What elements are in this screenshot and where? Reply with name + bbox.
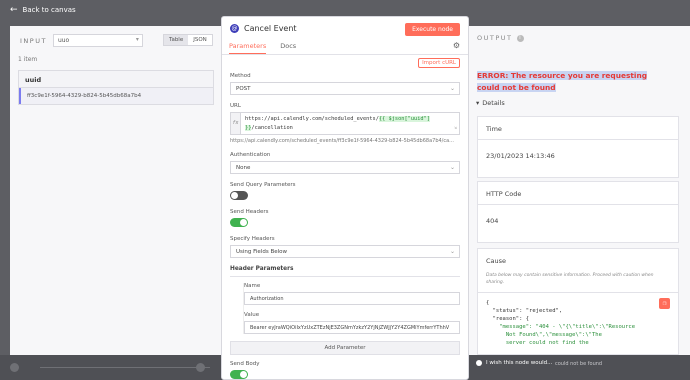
node-title: @ Cancel Event bbox=[230, 24, 297, 33]
time-value: 23/01/2023 14:13:46 bbox=[486, 152, 555, 160]
authentication-value: None bbox=[236, 165, 251, 171]
url-prefix: https://api.calendly.com/scheduled_event… bbox=[245, 116, 379, 122]
table-row[interactable]: ff3c9e1f-5964-4329-b824-5b45db68a7b4 bbox=[19, 88, 213, 104]
details-toggle[interactable]: ▾ Details bbox=[476, 99, 505, 107]
toggle-knob bbox=[231, 192, 238, 199]
calendly-icon: @ bbox=[230, 24, 239, 33]
authentication-select[interactable]: None ⌄ bbox=[230, 161, 460, 174]
execute-node-button[interactable]: Execute node bbox=[405, 23, 460, 36]
input-node-select[interactable]: uuo ▾ bbox=[52, 34, 143, 47]
details-label: Details bbox=[482, 99, 505, 107]
method-label: Method bbox=[230, 73, 251, 79]
json-line: { bbox=[486, 300, 490, 306]
expand-icon[interactable]: ⇲ bbox=[454, 124, 457, 133]
url-expression-input[interactable]: fx https://api.calendly.com/scheduled_ev… bbox=[230, 112, 460, 135]
send-headers-label: Send Headers bbox=[230, 209, 269, 215]
error-message: ERROR: The resource you are requesting c… bbox=[477, 70, 663, 94]
json-line: "status": "rejected", bbox=[486, 308, 563, 314]
arrow-left-icon: ← bbox=[10, 5, 18, 15]
node-settings-panel: @ Cancel Event Execute node Parameters D… bbox=[221, 16, 469, 380]
input-panel: INPUT uuo ▾ Table JSON 1 item uuid ff3c9… bbox=[10, 26, 222, 355]
send-body-toggle[interactable] bbox=[230, 370, 248, 379]
info-icon[interactable]: i bbox=[516, 34, 524, 42]
output-label: OUTPUT bbox=[477, 34, 513, 42]
tab-docs[interactable]: Docs bbox=[280, 42, 296, 54]
input-label: INPUT bbox=[20, 36, 47, 45]
back-to-canvas-button[interactable]: ← Back to canvas bbox=[10, 5, 76, 15]
header-value-input[interactable]: Bearer eyJraWQiOiIxYzUxZTEzNjE3ZGNmYzkzY… bbox=[244, 321, 460, 334]
time-label: Time bbox=[478, 117, 678, 140]
json-line: Not Found\",\"message\":\"The bbox=[486, 332, 602, 338]
authentication-label: Authentication bbox=[230, 152, 271, 158]
json-line: "message": "404 - \"{\"title\":\"Resourc… bbox=[486, 324, 636, 330]
table-view-button[interactable]: Table bbox=[164, 35, 189, 45]
cause-label: Cause bbox=[486, 257, 507, 265]
specify-headers-select[interactable]: Using Fields Below ⌄ bbox=[230, 245, 460, 258]
http-code-card: HTTP Code 404 bbox=[477, 181, 679, 243]
json-line: "reason": { bbox=[486, 316, 530, 322]
method-select[interactable]: POST ⌄ bbox=[230, 82, 460, 95]
time-card: Time 23/01/2023 14:13:46 bbox=[477, 116, 679, 178]
feedback-link[interactable]: I wish this node would... bbox=[476, 360, 552, 366]
url-preview: https://api.calendly.com/scheduled_event… bbox=[230, 138, 454, 144]
cause-note: Data below may contain sensitive informa… bbox=[478, 272, 678, 293]
header-name-input[interactable]: Authorization bbox=[244, 292, 460, 305]
chevron-down-icon: ▾ bbox=[476, 99, 480, 107]
tab-parameters[interactable]: Parameters bbox=[229, 42, 267, 54]
back-label: Back to canvas bbox=[22, 6, 76, 14]
toggle-knob bbox=[240, 219, 247, 226]
wish-label: I wish this node would... bbox=[486, 360, 553, 366]
url-suffix: /cancellation bbox=[251, 125, 293, 131]
table-header: uuid bbox=[19, 71, 213, 88]
canvas-node-dot bbox=[10, 363, 19, 372]
header-value-label: Value bbox=[244, 312, 260, 318]
gear-icon[interactable]: ⚙ bbox=[453, 41, 460, 50]
input-node-select-value: uuo bbox=[57, 37, 70, 44]
header-parameter-group: Name Authorization Value Bearer eyJraWQi… bbox=[243, 283, 460, 334]
import-curl-button[interactable]: Import cURL bbox=[418, 58, 460, 68]
specify-headers-label: Specify Headers bbox=[230, 236, 275, 242]
toggle-knob bbox=[240, 371, 247, 378]
url-expression: {{ $json["uuid"] bbox=[378, 116, 430, 122]
url-label: URL bbox=[230, 103, 241, 109]
send-query-label: Send Query Parameters bbox=[230, 182, 296, 188]
json-line: server could not find the bbox=[486, 340, 589, 346]
chevron-down-icon: ⌄ bbox=[449, 164, 455, 171]
json-view-button[interactable]: JSON bbox=[188, 35, 212, 45]
connection-line bbox=[40, 367, 210, 368]
canvas-node-dot bbox=[196, 363, 205, 372]
input-table: uuid ff3c9e1f-5964-4329-b824-5b45db68a7b… bbox=[18, 70, 214, 105]
lightbulb-icon bbox=[476, 360, 482, 366]
chevron-down-icon: ▾ bbox=[135, 36, 139, 43]
error-text: ERROR: The resource you are requesting c… bbox=[477, 71, 648, 92]
node-title-text[interactable]: Cancel Event bbox=[244, 24, 297, 33]
send-query-toggle[interactable] bbox=[230, 191, 248, 200]
add-parameter-button[interactable]: Add Parameter bbox=[230, 341, 460, 355]
method-value: POST bbox=[236, 86, 251, 92]
http-code-value: 404 bbox=[486, 217, 499, 225]
view-toggle: Table JSON bbox=[163, 34, 213, 46]
cause-card: Cause Data below may contain sensitive i… bbox=[477, 248, 679, 355]
send-body-label: Send Body bbox=[230, 361, 260, 367]
send-headers-toggle[interactable] bbox=[230, 218, 248, 227]
chevron-down-icon: ⌄ bbox=[449, 248, 455, 255]
fx-icon: fx bbox=[231, 113, 241, 134]
copy-icon[interactable]: ❐ bbox=[659, 298, 670, 309]
footer-hint: could not be found bbox=[555, 361, 603, 367]
specify-headers-value: Using Fields Below bbox=[236, 249, 288, 255]
chevron-down-icon: ⌄ bbox=[449, 85, 455, 92]
output-panel: OUTPUT i ERROR: The resource you are req… bbox=[469, 26, 690, 355]
input-item-count: 1 item bbox=[18, 56, 38, 63]
cause-json: { "status": "rejected", "reason": { "mes… bbox=[478, 293, 678, 353]
header-name-label: Name bbox=[244, 283, 261, 289]
header-parameters-title: Header Parameters bbox=[230, 266, 460, 277]
http-code-label: HTTP Code bbox=[478, 182, 678, 205]
